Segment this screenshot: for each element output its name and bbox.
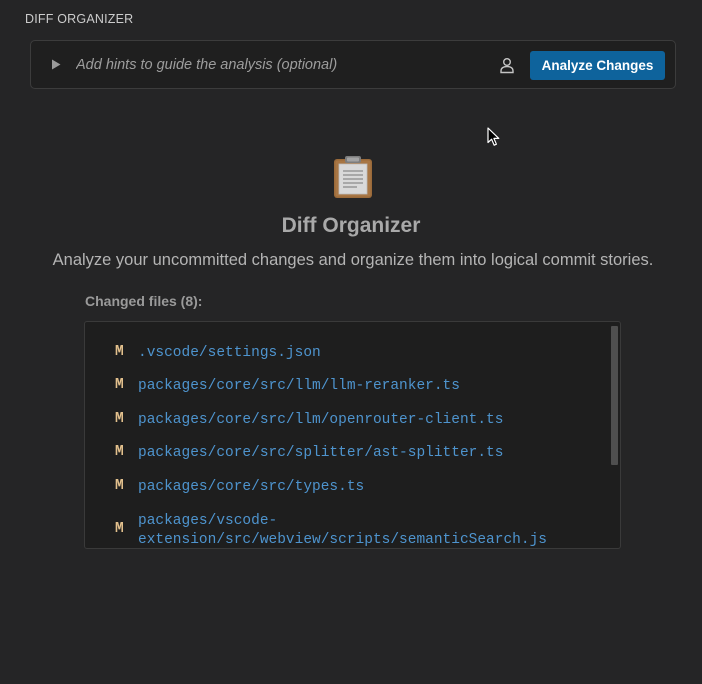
clipboard-icon — [333, 155, 373, 199]
panel-title: DIFF ORGANIZER — [25, 12, 134, 26]
file-path[interactable]: .vscode/settings.json — [138, 344, 578, 363]
mouse-cursor-icon — [487, 127, 501, 147]
file-path[interactable]: packages/core/src/llm/llm-reranker.ts — [138, 377, 578, 396]
scrollbar-thumb[interactable] — [611, 326, 618, 465]
file-status: M — [115, 521, 124, 537]
play-triangle-icon[interactable] — [49, 57, 63, 71]
page-title: Diff Organizer — [281, 214, 421, 237]
file-path[interactable]: packages/vscode-extension/src/webview/sc… — [138, 512, 578, 548]
file-status: M — [115, 377, 124, 393]
person-icon[interactable] — [498, 56, 516, 74]
hints-input[interactable] — [76, 53, 476, 77]
file-path[interactable]: packages/core/src/llm/openrouter-client.… — [138, 411, 578, 430]
file-status: M — [115, 411, 124, 427]
file-status: M — [115, 344, 124, 360]
file-path[interactable]: packages/core/src/splitter/ast-splitter.… — [138, 444, 578, 463]
file-status: M — [115, 478, 124, 494]
file-status: M — [115, 444, 124, 460]
page-subtitle: Analyze your uncommitted changes and org… — [52, 251, 654, 269]
hint-bar: Analyze Changes — [30, 40, 676, 89]
file-path[interactable]: packages/core/src/types.ts — [138, 478, 578, 497]
changed-files-list[interactable]: M .vscode/settings.json M packages/core/… — [84, 321, 621, 549]
changed-files-heading: Changed files (8): — [85, 293, 203, 309]
analyze-changes-button[interactable]: Analyze Changes — [530, 51, 665, 80]
